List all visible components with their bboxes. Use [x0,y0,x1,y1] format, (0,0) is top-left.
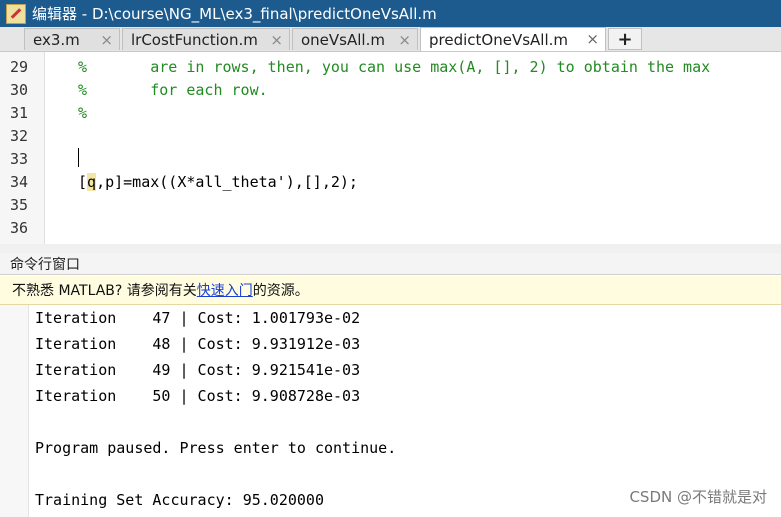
code-text-highlight: q [87,173,97,191]
close-icon[interactable]: × [100,31,113,49]
tab-ex3[interactable]: ex3.m × [24,28,120,50]
code-text: [q,p]=max((X*all_theta'),[],2); [78,173,358,191]
getting-started-notice: 不熟悉 MATLAB? 请参阅有关 快速入门 的资源。 [0,276,781,305]
code-text: % [78,104,88,122]
console-line: Iteration 49 | Cost: 9.921541e-03 [35,361,361,379]
code-line: 31 % [0,101,781,124]
title-bar: 编辑器 - D:\course\NG_ML\ex3_final\predictO… [0,0,781,27]
code-editor[interactable]: 29 % are in rows, then, you can use max(… [0,52,781,245]
console-line: Training Set Accuracy: 95.020000 [35,491,324,509]
code-line: 33 [0,147,781,170]
tab-label: ex3.m [33,30,80,49]
console-gutter [0,305,29,517]
code-text: % are in rows, then, you can use max(A, … [78,58,711,76]
code-text: % for each row. [78,81,268,99]
code-line: 30 % for each row. [0,78,781,101]
console-line: Program paused. Press enter to continue. [35,439,397,457]
tab-onevsall[interactable]: oneVsAll.m × [292,28,418,50]
window-title: 编辑器 - D:\course\NG_ML\ex3_final\predictO… [32,5,437,23]
watermark: CSDN @不错就是对 [629,488,767,506]
code-line: 29 % are in rows, then, you can use max(… [0,55,781,78]
close-icon[interactable]: × [398,31,411,49]
code-line: 34 [q,p]=max((X*all_theta'),[],2); [0,170,781,193]
tab-label: lrCostFunction.m [131,30,258,49]
close-icon[interactable]: × [270,31,283,49]
line-number: 29 [10,58,29,76]
tab-bar: ex3.m × lrCostFunction.m × oneVsAll.m × … [0,27,781,72]
line-number: 34 [10,173,29,191]
tab-label: oneVsAll.m [301,30,385,49]
quick-start-link[interactable]: 快速入门 [197,280,253,300]
close-icon[interactable]: × [586,30,599,48]
command-window-header: 命令行窗口 [0,253,781,275]
code-line: 32 [0,124,781,147]
line-number: 36 [10,219,29,237]
console-line: Iteration 48 | Cost: 9.931912e-03 [35,335,361,353]
code-line: 35 [0,193,781,216]
line-number: 31 [10,104,29,122]
command-window-title: 命令行窗口 [10,256,80,273]
tab-label: predictOneVsAll.m [429,30,568,49]
add-tab-button[interactable]: + [608,28,642,50]
notice-text-pre: 不熟悉 MATLAB? 请参阅有关 [12,283,197,299]
line-number: 32 [10,127,29,145]
tab-predictonevsall[interactable]: predictOneVsAll.m × [420,27,606,51]
tab-lrcostfunction[interactable]: lrCostFunction.m × [122,28,290,50]
code-text-pre: [ [78,173,88,191]
line-number: 33 [10,150,29,168]
console-line: Iteration 47 | Cost: 1.001793e-02 [35,309,361,327]
code-line: 36 [0,216,781,239]
line-number: 30 [10,81,29,99]
console-line: Iteration 50 | Cost: 9.908728e-03 [35,387,361,405]
text-cursor [78,148,79,167]
code-text-post: ,p]=max((X*all_theta'),[],2); [96,173,358,191]
line-number: 35 [10,196,29,214]
notice-text-post: 的资源。 [252,283,309,299]
editor-app-icon [6,3,26,24]
